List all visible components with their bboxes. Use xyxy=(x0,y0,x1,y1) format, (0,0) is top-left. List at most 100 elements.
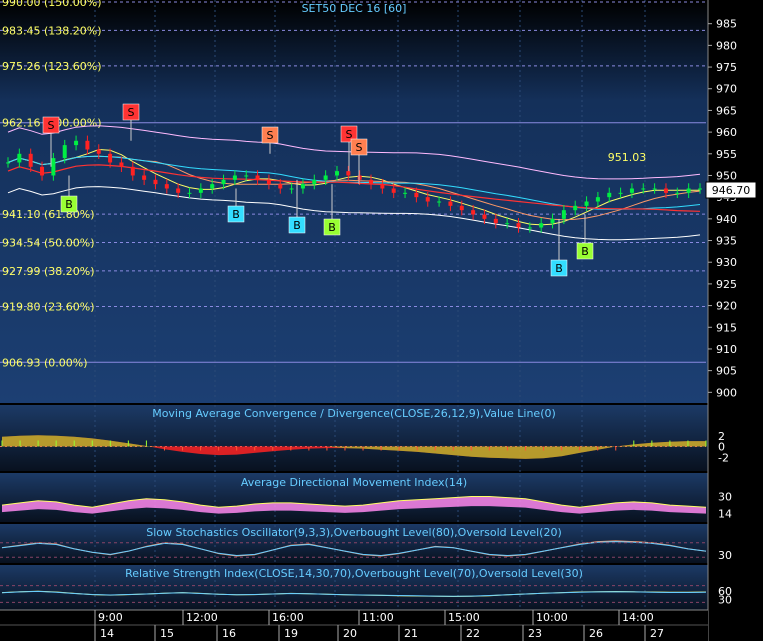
candle-body xyxy=(164,184,169,189)
price-tick-label: 985 xyxy=(716,18,737,31)
candle-body xyxy=(698,188,702,190)
candle-body xyxy=(505,223,510,225)
candle-body xyxy=(516,223,521,228)
time-label: 15:00 xyxy=(448,611,480,624)
fib-level-label: 941.10 (61.80%) xyxy=(2,208,95,221)
candle-body xyxy=(437,201,442,203)
candle-body xyxy=(40,166,45,176)
fib-level-label: 983.45 (138.20%) xyxy=(2,24,102,37)
candle-body xyxy=(573,205,578,211)
date-label: 22 xyxy=(466,627,480,640)
time-label: 16:00 xyxy=(272,611,304,624)
price-tick-label: 970 xyxy=(716,83,737,96)
candle-body xyxy=(255,175,260,180)
candle-body xyxy=(641,188,646,190)
signal-label: S xyxy=(356,141,363,154)
candle-body xyxy=(584,201,589,206)
date-label: 14 xyxy=(100,627,114,640)
candle-body xyxy=(539,223,544,228)
candle-body xyxy=(187,192,192,194)
candle-body xyxy=(652,188,657,190)
adx-title: Average Directional Movement Index(14) xyxy=(241,476,467,489)
adx-tick-label: 14 xyxy=(718,508,732,521)
time-label: 9:00 xyxy=(98,611,123,624)
main-panel-bg xyxy=(0,0,708,403)
signal-label: B xyxy=(232,208,240,221)
candle-body xyxy=(527,227,532,229)
candle-body xyxy=(607,192,612,198)
date-label: 26 xyxy=(589,627,603,640)
candle-body xyxy=(471,210,476,215)
date-label: 20 xyxy=(343,627,357,640)
candle-body xyxy=(675,192,680,194)
price-tick-label: 975 xyxy=(716,61,737,74)
time-label: 10:00 xyxy=(536,611,568,624)
main-title: SET50 DEC 16 [60] xyxy=(302,2,407,15)
candle-body xyxy=(391,188,396,193)
price-tick-label: 925 xyxy=(716,278,737,291)
price-tick-label: 915 xyxy=(716,321,737,334)
signal-label: B xyxy=(328,221,336,234)
candle-body xyxy=(323,175,328,180)
date-label: 21 xyxy=(404,627,418,640)
date-label: 23 xyxy=(528,627,542,640)
fib-level-label: 990.00 (150.00%) xyxy=(2,0,102,9)
fib-level-label: 975.26 (123.60%) xyxy=(2,60,102,73)
stoch-title: Slow Stochastics Oscillator(9,3,3),Overb… xyxy=(146,526,562,539)
candle-body xyxy=(74,140,79,146)
candle-body xyxy=(493,218,498,224)
candle-body xyxy=(414,192,419,198)
candle-body xyxy=(232,175,237,180)
fib-level-label: 927.99 (38.20%) xyxy=(2,265,95,278)
candle-body xyxy=(312,179,317,185)
candle-body xyxy=(629,188,634,193)
signal-label: B xyxy=(65,198,73,211)
chart-canvas: 990.00 (150.00%) 983.45 (138.20%) 975.26 (… xyxy=(0,0,763,641)
candle-body xyxy=(561,210,566,219)
price-tick-label: 920 xyxy=(716,300,737,313)
price-tick-label: 940 xyxy=(716,213,737,226)
signal-label: S xyxy=(48,119,55,132)
fib-level-label: 919.80 (23.60%) xyxy=(2,300,95,313)
candle-body xyxy=(334,171,339,176)
price-tick-label: 960 xyxy=(716,126,737,139)
stoch-tick-label: 30 xyxy=(718,549,732,562)
candle-body xyxy=(369,179,374,185)
fib-level-label: 906.93 (0.00%) xyxy=(2,356,88,369)
candle-body xyxy=(244,175,249,177)
candle-body xyxy=(686,188,691,193)
candle-body xyxy=(448,201,453,206)
candle-body xyxy=(51,158,56,176)
price-tick-label: 905 xyxy=(716,365,737,378)
date-label: 16 xyxy=(222,627,236,640)
candle-body xyxy=(357,175,362,180)
candle-body xyxy=(482,214,487,219)
date-label: 27 xyxy=(650,627,664,640)
candle-body xyxy=(6,162,10,164)
macd-title: Moving Average Convergence / Divergence(… xyxy=(152,407,556,420)
candle-body xyxy=(380,184,385,189)
price-tick-label: 955 xyxy=(716,148,737,161)
candle-body xyxy=(550,218,555,224)
candle-body xyxy=(142,175,147,180)
candle-body xyxy=(62,145,67,159)
time-label: 14:00 xyxy=(622,611,654,624)
signal-label: B xyxy=(581,245,589,258)
date-label: 15 xyxy=(160,627,174,640)
fib-level-label: 934.54 (50.00%) xyxy=(2,237,95,250)
candle-body xyxy=(153,179,158,185)
candle-body xyxy=(17,153,22,163)
candle-body xyxy=(221,179,226,185)
candle-body xyxy=(289,188,294,190)
price-tick-label: 900 xyxy=(716,386,737,399)
candle-body xyxy=(266,179,271,185)
candle-body xyxy=(85,140,90,150)
macd-tick-label: -2 xyxy=(718,451,729,464)
candle-body xyxy=(663,188,668,193)
candle-body xyxy=(119,162,124,167)
candle-body xyxy=(459,205,464,211)
rsi-title: Relative Strength Index(CLOSE,14,30,70),… xyxy=(125,567,583,580)
date-label: 19 xyxy=(284,627,298,640)
signal-label: S xyxy=(128,106,135,119)
high-marker-label: 951.03 xyxy=(608,151,647,164)
